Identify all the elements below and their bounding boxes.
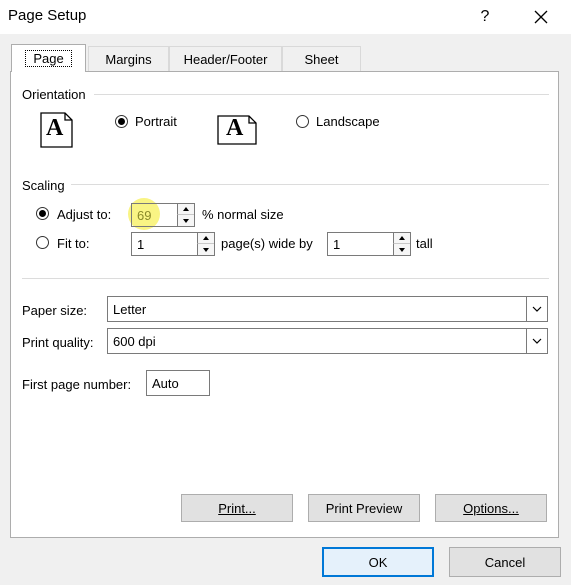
options-button-label: Options...	[463, 500, 519, 516]
arrow-down-icon	[183, 218, 189, 223]
landscape-icon: A	[217, 115, 257, 145]
landscape-radio[interactable]	[296, 115, 309, 128]
adjust-to-value[interactable]: 69	[137, 208, 151, 223]
fit-wide-spinner[interactable]: 1	[131, 232, 215, 256]
print-quality-select[interactable]: 600 dpi	[107, 328, 548, 354]
arrow-up-icon	[183, 207, 189, 211]
options-button[interactable]: Options...	[435, 494, 547, 522]
fit-wide-spin-buttons	[197, 233, 214, 255]
print-preview-button-label: Print Preview	[325, 500, 403, 516]
fit-to-label[interactable]: Fit to:	[57, 236, 90, 251]
tab-page[interactable]: Page	[11, 44, 86, 72]
tab-sheet-label: Sheet	[304, 52, 339, 67]
tab-margins-label: Margins	[105, 52, 152, 67]
paper-size-value: Letter	[113, 302, 147, 317]
fit-tall-spinner[interactable]: 1	[327, 232, 411, 256]
paper-size-label: Paper size:	[22, 303, 88, 318]
first-page-number-label: First page number:	[22, 377, 132, 392]
tab-margins[interactable]: Margins	[88, 46, 169, 72]
paper-size-select[interactable]: Letter	[107, 296, 548, 322]
fit-to-radio[interactable]	[36, 236, 49, 249]
fit-wide-down-button[interactable]	[197, 244, 214, 255]
fit-tall-suffix: tall	[416, 236, 433, 251]
tab-page-label: Page	[25, 50, 72, 67]
cancel-button-label: Cancel	[484, 554, 526, 570]
close-button[interactable]	[524, 2, 558, 32]
portrait-icon: A	[39, 112, 75, 148]
cancel-button[interactable]: Cancel	[449, 547, 561, 577]
arrow-down-icon	[203, 247, 209, 252]
print-quality-label: Print quality:	[22, 335, 94, 350]
print-button-label: Print...	[218, 500, 256, 516]
landscape-label[interactable]: Landscape	[316, 114, 380, 129]
fit-tall-value[interactable]: 1	[333, 237, 340, 252]
fit-wide-value[interactable]: 1	[137, 237, 144, 252]
tab-panel: Orientation A Portrait A Landscape Scali…	[10, 71, 559, 538]
ok-button-label: OK	[368, 554, 388, 570]
print-preview-button[interactable]: Print Preview	[308, 494, 420, 522]
fit-tall-up-button[interactable]	[393, 233, 410, 244]
portrait-icon-glyph: A	[46, 115, 64, 141]
scaling-label: Scaling	[22, 178, 65, 193]
help-button[interactable]: ?	[470, 2, 500, 32]
orientation-label: Orientation	[22, 87, 86, 102]
adjust-to-spin-buttons	[177, 204, 194, 226]
chevron-down-icon[interactable]	[526, 329, 547, 353]
portrait-radio[interactable]	[115, 115, 128, 128]
adjust-to-label[interactable]: Adjust to:	[57, 207, 111, 222]
tab-header-footer-label: Header/Footer	[183, 52, 268, 67]
chevron-down-icon[interactable]	[526, 297, 547, 321]
portrait-label[interactable]: Portrait	[135, 114, 177, 129]
adjust-to-suffix: % normal size	[202, 207, 284, 222]
landscape-icon-glyph: A	[226, 115, 244, 141]
print-quality-value: 600 dpi	[113, 334, 156, 349]
orientation-divider	[94, 94, 549, 95]
first-page-number-input[interactable]: Auto	[146, 370, 210, 396]
close-icon	[534, 10, 548, 24]
scaling-bottom-divider	[22, 278, 549, 279]
fit-wide-up-button[interactable]	[197, 233, 214, 244]
tab-sheet[interactable]: Sheet	[282, 46, 361, 72]
adjust-to-spinner[interactable]: 69	[131, 203, 195, 227]
tab-header-footer[interactable]: Header/Footer	[169, 46, 282, 72]
adjust-to-up-button[interactable]	[177, 204, 194, 215]
scaling-divider	[71, 184, 549, 185]
adjust-to-down-button[interactable]	[177, 215, 194, 226]
fit-wide-suffix: page(s) wide by	[221, 236, 313, 251]
adjust-to-radio[interactable]	[36, 207, 49, 220]
print-button[interactable]: Print...	[181, 494, 293, 522]
first-page-number-value[interactable]: Auto	[152, 376, 179, 391]
ok-button[interactable]: OK	[322, 547, 434, 577]
arrow-up-icon	[399, 236, 405, 240]
arrow-down-icon	[399, 247, 405, 252]
fit-tall-spin-buttons	[393, 233, 410, 255]
fit-tall-down-button[interactable]	[393, 244, 410, 255]
arrow-up-icon	[203, 236, 209, 240]
dialog-title: Page Setup	[8, 7, 87, 24]
